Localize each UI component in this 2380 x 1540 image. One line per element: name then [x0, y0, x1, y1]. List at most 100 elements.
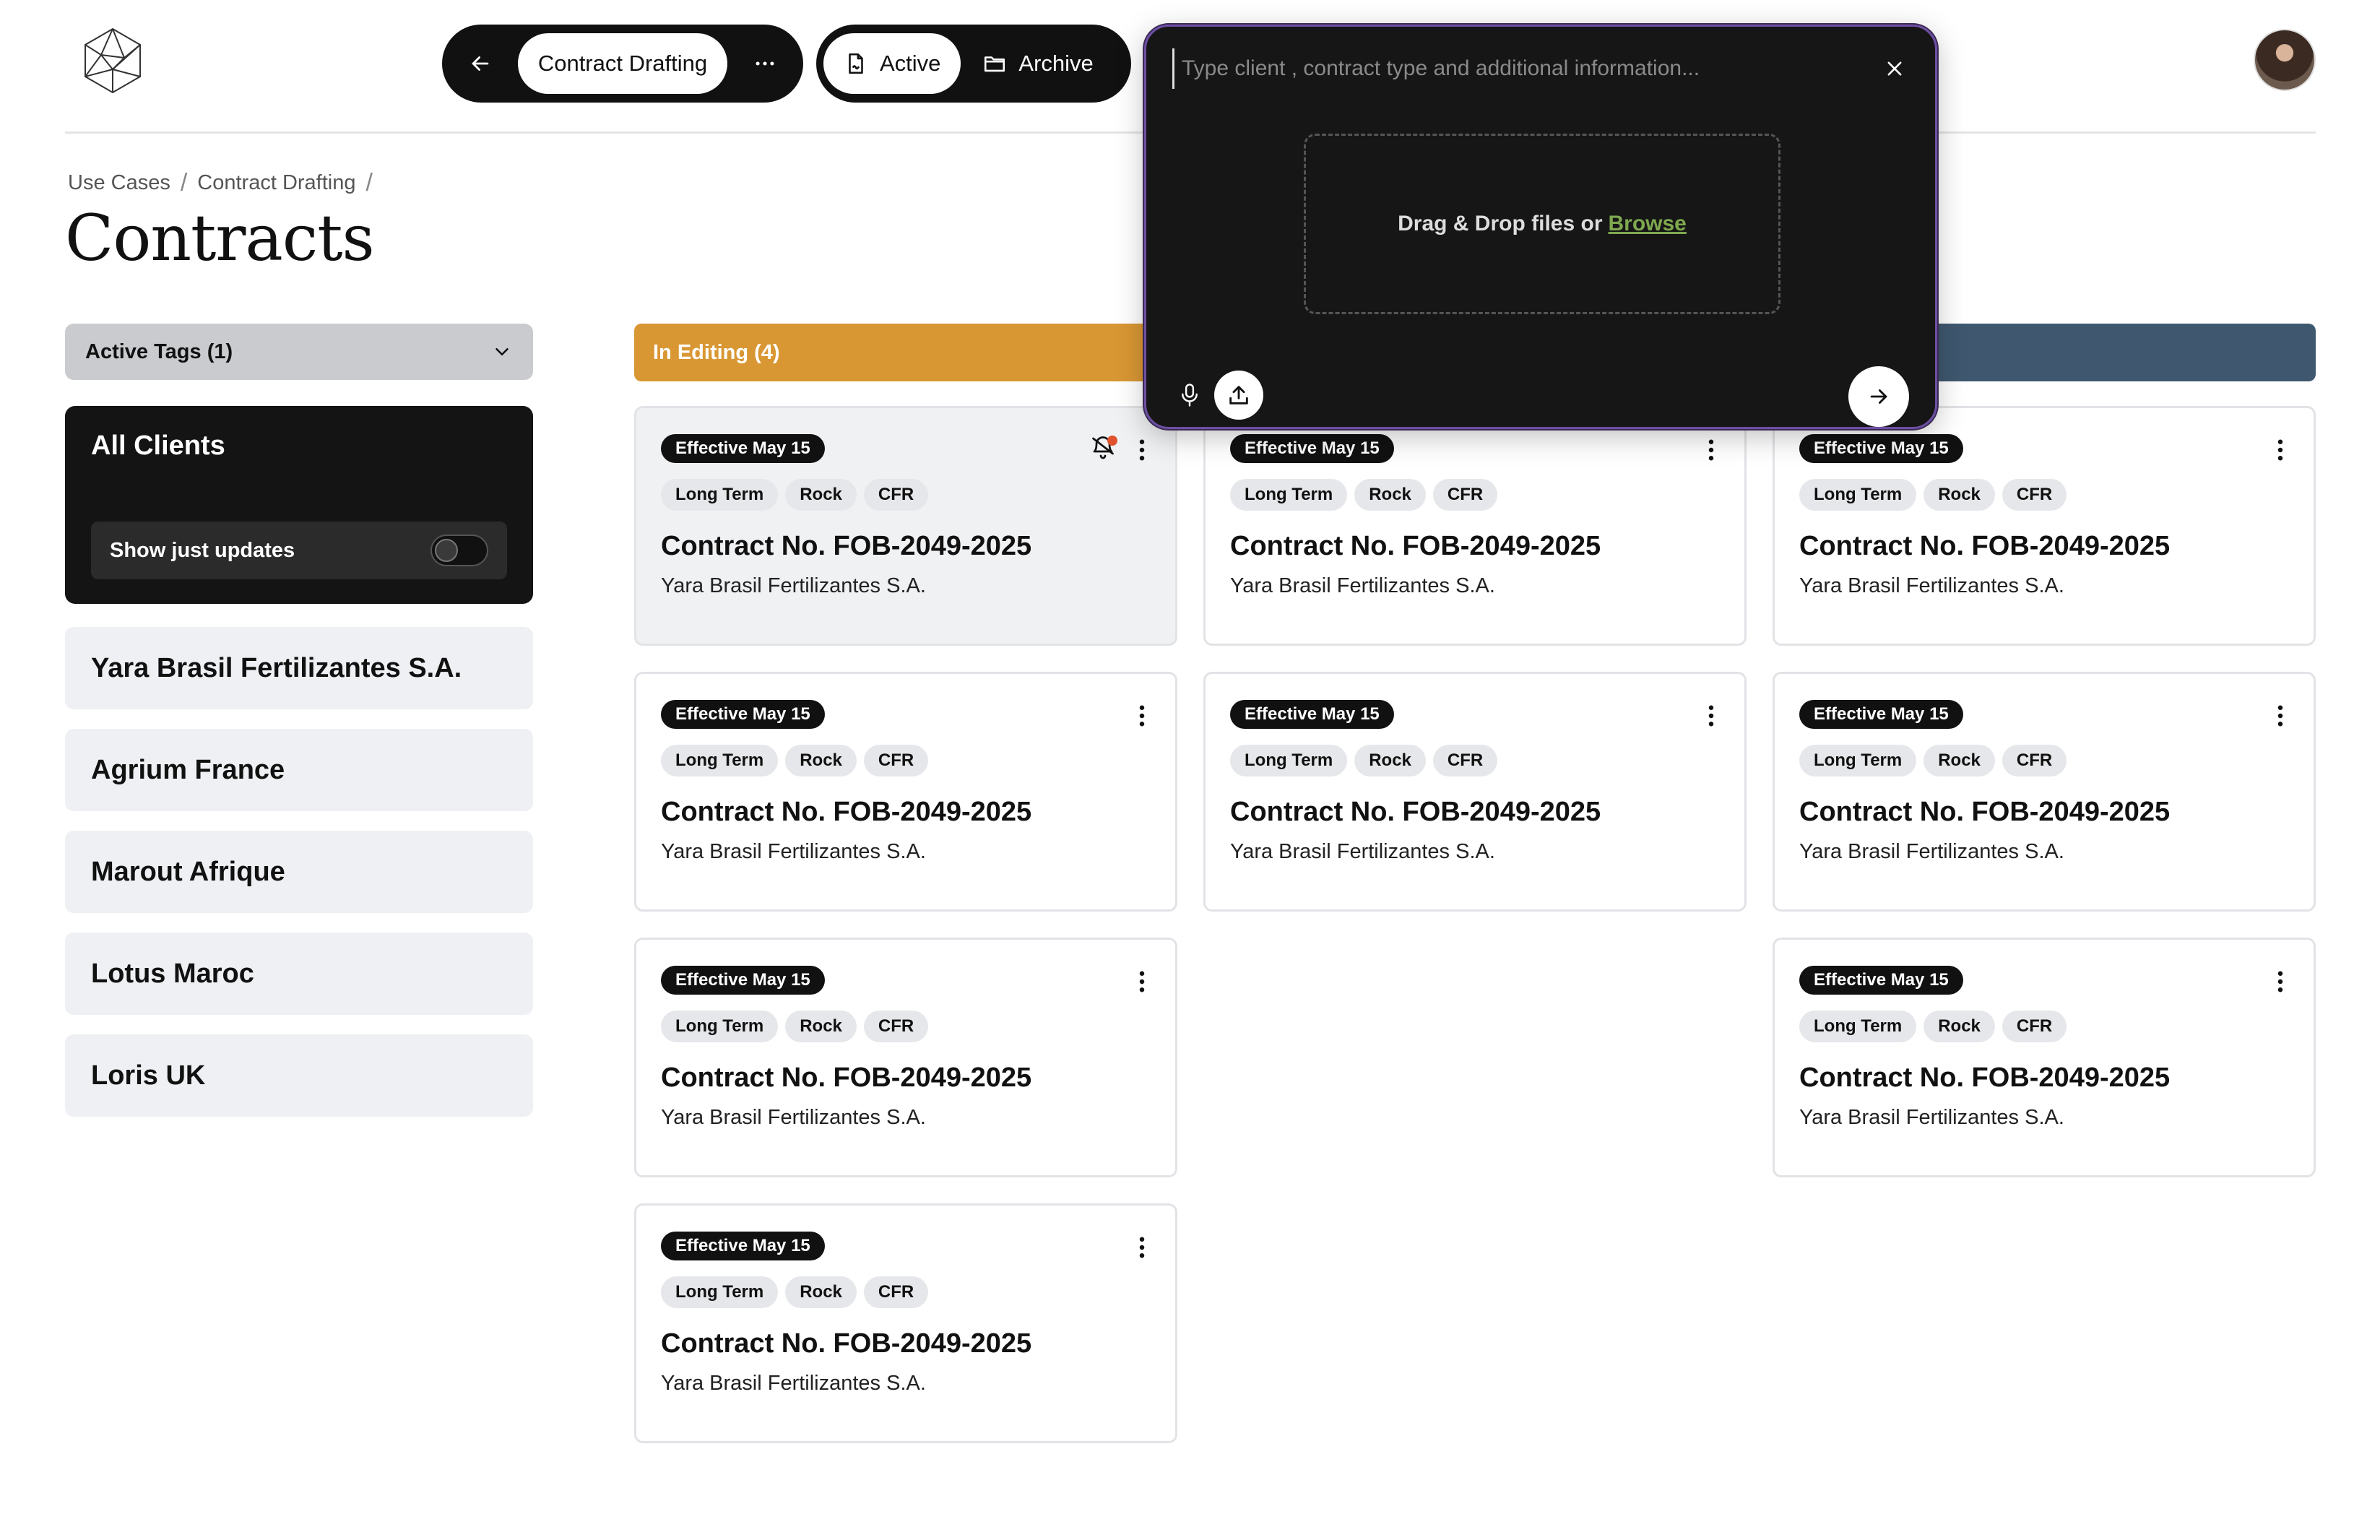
contract-tag: Rock — [785, 1011, 857, 1042]
prompt-input[interactable] — [1172, 48, 1851, 89]
effective-date-badge: Effective May 15 — [661, 700, 825, 729]
all-clients-title: All Clients — [91, 431, 225, 461]
avatar[interactable] — [2254, 29, 2316, 91]
contract-tags: Long Term Rock CFR — [661, 745, 929, 777]
microphone-button[interactable] — [1172, 375, 1207, 415]
card-menu-button[interactable] — [1128, 966, 1156, 998]
effective-date-badge: Effective May 15 — [661, 1232, 825, 1260]
notification-button[interactable] — [1090, 434, 1119, 466]
card-menu-button[interactable] — [1697, 434, 1726, 466]
contract-tag: Long Term — [1230, 745, 1348, 777]
tab-archive[interactable]: Archive — [966, 33, 1109, 94]
effective-date-badge: Effective May 15 — [1230, 434, 1394, 463]
contract-tag: CFR — [863, 1276, 929, 1308]
contract-card[interactable]: Effective May 15 Long Term Rock CFR Contract… — [634, 938, 1177, 1177]
contract-card[interactable]: Effective May 15 Long Term Rock CFR Contract… — [1203, 406, 1747, 646]
client-item-label: Marout Afrique — [91, 856, 285, 887]
upload-button[interactable] — [1214, 371, 1263, 420]
contract-tags: Long Term Rock CFR — [661, 1276, 929, 1308]
effective-date-badge: Effective May 15 — [661, 434, 825, 463]
section-nav: Contract Drafting — [442, 25, 803, 103]
contract-tag: Long Term — [1799, 479, 1917, 511]
contract-card[interactable]: Effective May 15 Long Term Rock CFR Contract… — [1203, 672, 1747, 912]
contract-client: Yara Brasil Fertilizantes S.A. — [1799, 840, 2064, 863]
contract-client: Yara Brasil Fertilizantes S.A. — [1230, 840, 1495, 863]
contract-client: Yara Brasil Fertilizantes S.A. — [661, 574, 926, 597]
card-menu-button[interactable] — [2266, 700, 2295, 732]
contract-title: Contract No. FOB-2049-2025 — [1230, 797, 1601, 827]
contract-tag: Long Term — [661, 1011, 779, 1042]
contract-tag: CFR — [2002, 1011, 2067, 1042]
chevron-down-icon — [496, 348, 509, 356]
kebab-icon — [1139, 1237, 1145, 1258]
contract-title: Contract No. FOB-2049-2025 — [661, 531, 1032, 561]
folder-icon — [985, 56, 1005, 72]
file-signature-icon — [849, 53, 863, 74]
contract-client: Yara Brasil Fertilizantes S.A. — [1799, 1106, 2064, 1129]
dropzone-text: Drag & Drop files or — [1398, 212, 1603, 235]
card-menu-button[interactable] — [2266, 434, 2295, 466]
send-button[interactable] — [1848, 366, 1909, 427]
contract-tags: Long Term Rock CFR — [1230, 479, 1498, 511]
contract-tags: Long Term Rock CFR — [661, 479, 929, 511]
arrow-left-icon — [472, 56, 489, 71]
more-horizontal-icon — [756, 61, 774, 66]
microphone-icon — [1182, 384, 1198, 407]
kebab-icon — [1139, 439, 1145, 461]
breadcrumb-separator: / — [180, 169, 188, 196]
show-updates-label: Show just updates — [110, 538, 295, 562]
contract-tags: Long Term Rock CFR — [1799, 745, 2067, 777]
contract-card[interactable]: Effective May 15 Long Term Rock CFR Contract… — [634, 672, 1177, 912]
logo-icon[interactable] — [79, 26, 146, 95]
contract-tags: Long Term Rock CFR — [1799, 479, 2067, 511]
notification-dot — [1107, 436, 1117, 446]
client-item[interactable]: Lotus Maroc — [65, 933, 533, 1015]
close-button[interactable] — [1876, 50, 1913, 87]
more-button[interactable] — [733, 32, 796, 95]
card-menu-button[interactable] — [1128, 1232, 1156, 1263]
contract-title: Contract No. FOB-2049-2025 — [661, 1063, 1032, 1093]
contract-tag: Rock — [785, 1276, 857, 1308]
client-item[interactable]: Yara Brasil Fertilizantes S.A. — [65, 627, 533, 709]
contract-card[interactable]: Effective May 15 Long Term Rock CFR Contract… — [634, 406, 1177, 646]
close-icon — [1887, 61, 1902, 76]
tab-active[interactable]: Active — [823, 33, 961, 94]
card-menu-button[interactable] — [2266, 966, 2295, 998]
app: Contract Drafting Active Archive Use Cas… — [0, 0, 2380, 1540]
client-item[interactable]: Marout Afrique — [65, 831, 533, 913]
client-item[interactable]: Agrium France — [65, 729, 533, 811]
section-pill[interactable]: Contract Drafting — [517, 33, 728, 94]
all-clients-card[interactable]: All Clients Show just updates — [65, 406, 533, 604]
show-updates-row: Show just updates — [91, 522, 507, 579]
contract-tag: Rock — [1354, 479, 1426, 511]
contract-card[interactable]: Effective May 15 Long Term Rock CFR Contract… — [1773, 406, 2316, 646]
breadcrumb-item[interactable]: Use Cases — [68, 171, 170, 195]
breadcrumb-item[interactable]: Contract Drafting — [197, 171, 355, 195]
kebab-icon — [1708, 439, 1714, 461]
tab-active-label: Active — [880, 51, 941, 76]
client-item-label: Lotus Maroc — [91, 958, 254, 989]
section-label: Contract Drafting — [537, 51, 708, 76]
contract-card[interactable]: Effective May 15 Long Term Rock CFR Contract… — [1773, 672, 2316, 912]
contract-tag: CFR — [863, 745, 929, 777]
file-dropzone[interactable]: Drag & Drop files or Browse — [1304, 134, 1780, 314]
browse-link[interactable]: Browse — [1609, 212, 1687, 236]
breadcrumb: Use Cases / Contract Drafting / — [68, 169, 373, 197]
back-button[interactable] — [449, 32, 512, 95]
contract-client: Yara Brasil Fertilizantes S.A. — [1230, 574, 1495, 597]
kebab-icon — [1139, 971, 1145, 992]
page-title: Contracts — [65, 201, 375, 275]
card-menu-button[interactable] — [1128, 434, 1156, 466]
card-menu-button[interactable] — [1128, 700, 1156, 732]
contract-tag: CFR — [2002, 745, 2067, 777]
column-header-label: In Editing (4) — [653, 340, 780, 364]
client-item[interactable]: Loris UK — [65, 1034, 533, 1117]
contract-tags: Long Term Rock CFR — [1230, 745, 1498, 777]
show-updates-toggle[interactable] — [430, 535, 488, 566]
active-tags-dropdown[interactable]: Active Tags (1) — [65, 324, 533, 380]
contract-card[interactable]: Effective May 15 Long Term Rock CFR Contract… — [634, 1203, 1177, 1443]
card-menu-button[interactable] — [1697, 700, 1726, 732]
contract-card[interactable]: Effective May 15 Long Term Rock CFR Contract… — [1773, 938, 2316, 1177]
contract-client: Yara Brasil Fertilizantes S.A. — [661, 1372, 926, 1395]
client-item-label: Agrium France — [91, 754, 285, 785]
